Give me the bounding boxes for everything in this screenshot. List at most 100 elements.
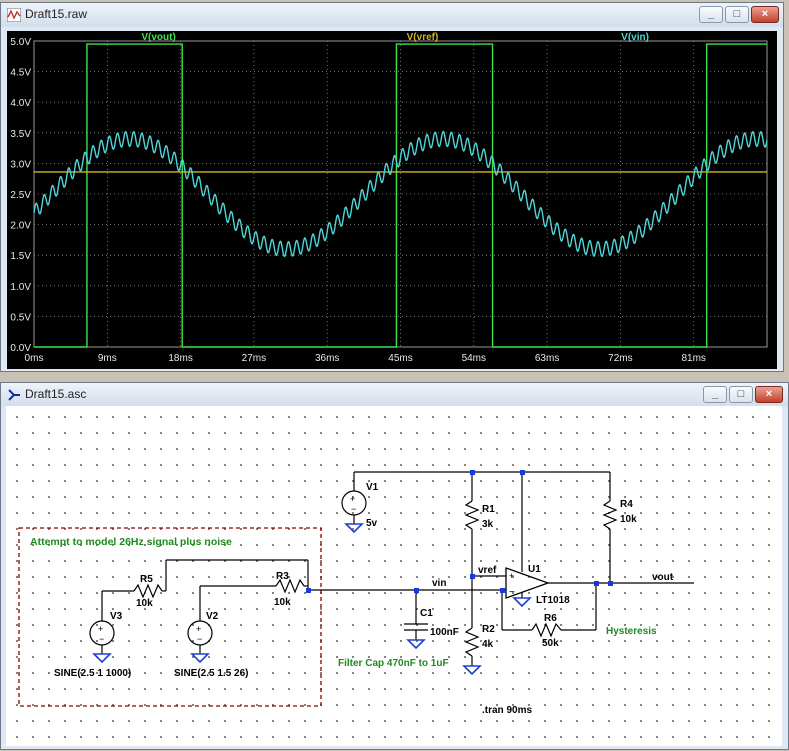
y-tick-label: 2.0V xyxy=(10,221,31,232)
minimize-icon: _ xyxy=(711,388,719,400)
x-tick-label: 27ms xyxy=(242,353,266,364)
r6-resistor-symbol[interactable] xyxy=(531,622,562,638)
r6-value: 50k xyxy=(542,638,559,649)
net-label-vout: vout xyxy=(652,572,674,583)
x-tick-label: 54ms xyxy=(462,353,486,364)
restore-icon: □ xyxy=(737,388,745,400)
v1-value: 5v xyxy=(366,518,378,529)
v3-polarity-minus: − xyxy=(99,634,104,644)
waveform-window: Draft15.raw _ □ × 5.0V 4.5V 4.0V 3.5V 3.0V 2.… xyxy=(0,2,784,372)
r4-resistor-symbol[interactable] xyxy=(602,500,618,530)
schematic-app-icon xyxy=(8,389,20,401)
waveform-plot-pane[interactable]: 5.0V 4.5V 4.0V 3.5V 3.0V 2.5V 2.0V 1.5V 1.0V 0.5V… xyxy=(7,31,777,369)
schematic-close-button[interactable]: × xyxy=(755,386,783,403)
waveform-restore-button[interactable]: □ xyxy=(725,6,749,23)
v3-label: V3 xyxy=(110,611,123,622)
r1-value: 3k xyxy=(482,519,494,530)
ground-icon xyxy=(93,653,111,663)
schematic-drawing[interactable]: Attempt to model 26Hz signal plus noise xyxy=(6,406,782,746)
hysteresis-note: Hysteresis xyxy=(606,626,657,637)
r5-label: R5 xyxy=(140,574,153,585)
x-tick-label: 9ms xyxy=(98,353,117,364)
r3-label: R3 xyxy=(276,571,289,582)
x-tick-label: 36ms xyxy=(315,353,339,364)
trace-legend-vvout[interactable]: V(vout) xyxy=(141,32,175,43)
junction-dot xyxy=(594,581,599,586)
c1-value: 100nF xyxy=(430,627,459,638)
x-tick-label: 18ms xyxy=(168,353,192,364)
v1-polarity-minus: − xyxy=(351,504,356,514)
junction-dot xyxy=(306,588,311,593)
junction-dot xyxy=(414,588,419,593)
schematic-minimize-button[interactable]: _ xyxy=(703,386,727,403)
y-tick-label: 3.0V xyxy=(10,159,31,170)
waveform-app-icon xyxy=(7,8,21,22)
y-tick-label: 4.0V xyxy=(10,98,31,109)
schematic-restore-button[interactable]: □ xyxy=(729,386,753,403)
v1-polarity: + xyxy=(350,494,355,504)
waveform-minimize-button[interactable]: _ xyxy=(699,6,723,23)
r5-resistor-symbol[interactable] xyxy=(133,583,163,599)
x-tick-label: 0ms xyxy=(25,353,44,364)
y-tick-label: 1.5V xyxy=(10,251,31,262)
v1-label: V1 xyxy=(366,482,379,493)
r4-label: R4 xyxy=(620,499,633,510)
net-label-vref: vref xyxy=(478,565,497,576)
waveform-window-title: Draft15.raw xyxy=(25,7,88,21)
x-tick-label: 63ms xyxy=(535,353,559,364)
minimize-icon: _ xyxy=(707,8,715,20)
waveform-plot[interactable]: 5.0V 4.5V 4.0V 3.5V 3.0V 2.5V 2.0V 1.5V 1.0V 0.5V… xyxy=(7,31,777,369)
filter-cap-note: Filter Cap 470nF to 1uF xyxy=(338,658,449,669)
r6-label: R6 xyxy=(544,613,557,624)
r2-resistor-symbol[interactable] xyxy=(464,627,480,657)
r4-value: 10k xyxy=(620,514,637,525)
ground-icon xyxy=(407,639,425,649)
ground-icon xyxy=(191,653,209,663)
r1-resistor-symbol[interactable] xyxy=(464,500,480,530)
y-tick-label: 5.0V xyxy=(10,37,31,48)
x-tick-label: 81ms xyxy=(681,353,705,364)
close-icon: × xyxy=(765,388,773,400)
ground-icon xyxy=(345,523,363,533)
r2-label: R2 xyxy=(482,624,495,635)
v3-polarity: + xyxy=(98,624,103,634)
schematic-canvas[interactable]: Attempt to model 26Hz signal plus noise xyxy=(6,406,782,746)
x-tick-label: 72ms xyxy=(608,353,632,364)
r3-value: 10k xyxy=(274,597,291,608)
schematic-window-title: Draft15.asc xyxy=(25,387,87,401)
close-icon: × xyxy=(761,8,769,20)
net-label-vin: vin xyxy=(432,578,446,589)
v3-value: SINE(2.5 1 1000) xyxy=(54,668,131,679)
r5-value: 10k xyxy=(136,598,153,609)
v2-polarity: + xyxy=(196,624,201,634)
trace-legend-vvref[interactable]: V(vref) xyxy=(407,32,439,43)
junction-dot xyxy=(608,581,613,586)
junction-dot xyxy=(470,574,475,579)
v2-label: V2 xyxy=(206,611,219,622)
junction-dot xyxy=(470,470,475,475)
u1-value: LT1018 xyxy=(536,595,570,606)
annotation-box xyxy=(18,527,322,707)
c1-label: C1 xyxy=(420,608,433,619)
trace-legend-vvin[interactable]: V(vin) xyxy=(621,32,649,43)
junction-dot xyxy=(520,470,525,475)
y-tick-label: 4.5V xyxy=(10,68,31,79)
y-tick-label: 0.5V xyxy=(10,312,31,323)
annotation-box-label: Attempt to model 26Hz signal plus noise xyxy=(30,536,232,548)
u1-label: U1 xyxy=(528,564,541,575)
y-tick-label: 2.5V xyxy=(10,190,31,201)
waveform-close-button[interactable]: × xyxy=(751,6,779,23)
r1-label: R1 xyxy=(482,504,495,515)
y-tick-label: 3.5V xyxy=(10,129,31,140)
x-tick-label: 45ms xyxy=(388,353,412,364)
y-tick-label: 1.0V xyxy=(10,282,31,293)
schematic-titlebar[interactable]: Draft15.asc _ □ × xyxy=(1,383,788,407)
r2-value: 4k xyxy=(482,639,494,650)
v2-polarity-minus: − xyxy=(197,634,202,644)
tran-directive: .tran 90ms xyxy=(482,705,532,716)
u1-plus-pin: + xyxy=(509,571,514,581)
waveform-titlebar[interactable]: Draft15.raw _ □ × xyxy=(1,3,783,27)
ground-icon xyxy=(513,597,531,607)
junction-dot xyxy=(500,588,505,593)
ground-icon xyxy=(463,665,481,675)
